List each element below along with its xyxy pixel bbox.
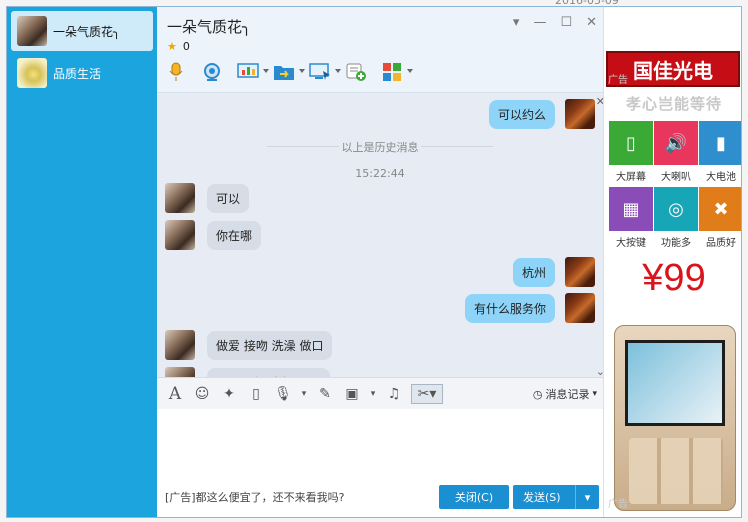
file-transfer-icon[interactable] [273,61,305,83]
avatar [165,367,195,377]
ad-tag: 广告 [608,499,628,510]
avatar [165,183,195,213]
phone-keypad [629,438,723,504]
avatar [17,16,47,46]
level-row: ★ 0 [167,40,190,53]
send-options-icon[interactable]: ▾ [575,485,599,509]
magic-wand-icon[interactable]: ✦ [219,384,239,404]
message-bubble: 有什么服务你 [464,293,555,323]
new-chat-icon[interactable] [345,61,367,83]
message-history-label: 消息记录 [545,388,590,401]
ad-panel[interactable]: 国佳光电 广告 孝心岂能等待 ▯ 🔊 ▮ 大屏幕 大喇叭 大电池 ▦ ◎ ✖ 大… [603,7,741,517]
chevron-down-icon: ▾ [592,389,597,399]
avatar [565,257,595,287]
message-right: 杭州 [512,257,595,287]
message-left: 你在哪 [165,220,262,250]
phone-image [614,325,736,511]
remote-assist-icon[interactable] [309,61,341,83]
avatar [565,293,595,323]
ad-tag: 广告 [608,75,628,86]
feature-label: 大屏幕 [616,172,646,183]
voice-message-icon[interactable]: 🎙 [273,384,293,404]
close-icon[interactable]: ✕ [586,15,597,30]
message-right: 有什么服务你 [464,293,595,323]
message-bubble: 800一次 过夜1500 [207,367,331,377]
message-left: 可以 [165,183,250,213]
shake-icon[interactable]: ▯ [246,384,266,404]
apps-icon[interactable] [381,61,413,83]
video-call-icon[interactable] [201,61,223,83]
message-bubble: 可以约么 [488,99,555,129]
contact-item-active[interactable]: 一朵气质花╮ [11,11,153,51]
contact-item[interactable]: 品质生活 [11,53,153,93]
chat-toolbar [165,61,417,83]
input-toolbar: A ☺ ✦ ▯ 🎙 ▾ ✎ ▣ ▾ ♫ ✂▾ ◷ 消息记录 ▾ [157,377,603,409]
message-left: 做爱 接吻 洗澡 做口 [165,330,333,360]
avatar [17,58,47,88]
music-icon[interactable]: ♫ [384,384,404,404]
send-button[interactable]: 发送(S) ▾ [513,485,599,509]
close-history-icon[interactable]: ✕ [596,95,603,108]
message-left: 800一次 过夜1500 [165,367,331,377]
restore-icon[interactable]: ☐ [560,15,572,30]
chat-title: 一朵气质花╮ [167,18,252,36]
timestamp: 15:22:44 [355,167,405,180]
contact-name: 一朵气质花╮ [53,24,121,39]
feature-tools-icon: ✖ [699,187,741,231]
message-bubble: 可以 [207,183,250,213]
history-notice: 以上是历史消息 [341,141,419,154]
chat-window: 一朵气质花╮ 品质生活 一朵气质花╮ ★ 0 ▾ — ☐ ✕ 可以约么 以上是历… [6,6,742,518]
message-bubble: 做爱 接吻 洗澡 做口 [207,330,333,360]
ad-slogan: 孝心岂能等待 [625,95,722,113]
avatar [165,330,195,360]
feature-battery-icon: ▮ [699,121,741,165]
emoji-icon[interactable]: ☺ [192,384,212,404]
ad-price: ¥99 [642,257,706,299]
send-label: 发送(S) [523,491,561,504]
message-bubble: 你在哪 [207,220,262,250]
avatar [565,99,595,129]
image-icon[interactable]: ▣ [342,384,362,404]
feature-screen-icon: ▯ [609,121,653,165]
message-area[interactable]: 可以约么 ✕ 以上是历史消息 15:22:44 可以 你在哪 杭州 有什么服务你… [157,93,603,377]
message-right: 可以约么 [488,99,595,129]
feature-label: 大喇叭 [661,172,691,183]
dropdown-icon[interactable]: ▾ [513,15,520,30]
message-input[interactable]: [广告]都这么便宜了，还不来看我吗? 关闭(C) 发送(S) ▾ [157,409,603,517]
scroll-down-icon[interactable]: ⌄ [596,365,603,377]
contact-list: 一朵气质花╮ 品质生活 [7,7,157,517]
ad-text-link[interactable]: [广告]都这么便宜了，还不来看我吗? [165,489,344,505]
clock-icon: ◷ [532,387,543,401]
feature-keypad-icon: ▦ [609,187,653,231]
screen-share-icon[interactable] [237,61,269,83]
voice-call-icon[interactable] [165,61,187,83]
message-bubble: 杭州 [512,257,555,287]
feature-label: 大按键 [616,238,646,249]
contact-name: 品质生活 [53,66,102,81]
edit-icon[interactable]: ✎ [315,384,335,404]
star-icon: ★ [167,40,177,53]
minimize-icon[interactable]: — [533,15,546,30]
dropdown-arrow-icon[interactable]: ▾ [300,384,308,404]
avatar [165,220,195,250]
window-controls: ▾ — ☐ ✕ [513,15,597,30]
screenshot-icon[interactable]: ✂▾ [411,383,443,404]
font-icon[interactable]: A [165,384,185,404]
feature-label: 功能多 [661,238,691,249]
feature-label: 品质好 [706,238,736,249]
feature-disc-icon: ◎ [654,187,698,231]
close-button[interactable]: 关闭(C) [439,485,509,509]
phone-screen [625,340,725,426]
feature-label: 大电池 [706,172,736,183]
message-history-button[interactable]: ◷ 消息记录 ▾ [533,386,597,402]
chat-header: 一朵气质花╮ ★ 0 ▾ — ☐ ✕ [157,7,603,93]
divider [421,146,493,147]
dropdown-arrow-icon[interactable]: ▾ [369,384,377,404]
level-count: 0 [182,40,190,53]
feature-speaker-icon: 🔊 [654,121,698,165]
